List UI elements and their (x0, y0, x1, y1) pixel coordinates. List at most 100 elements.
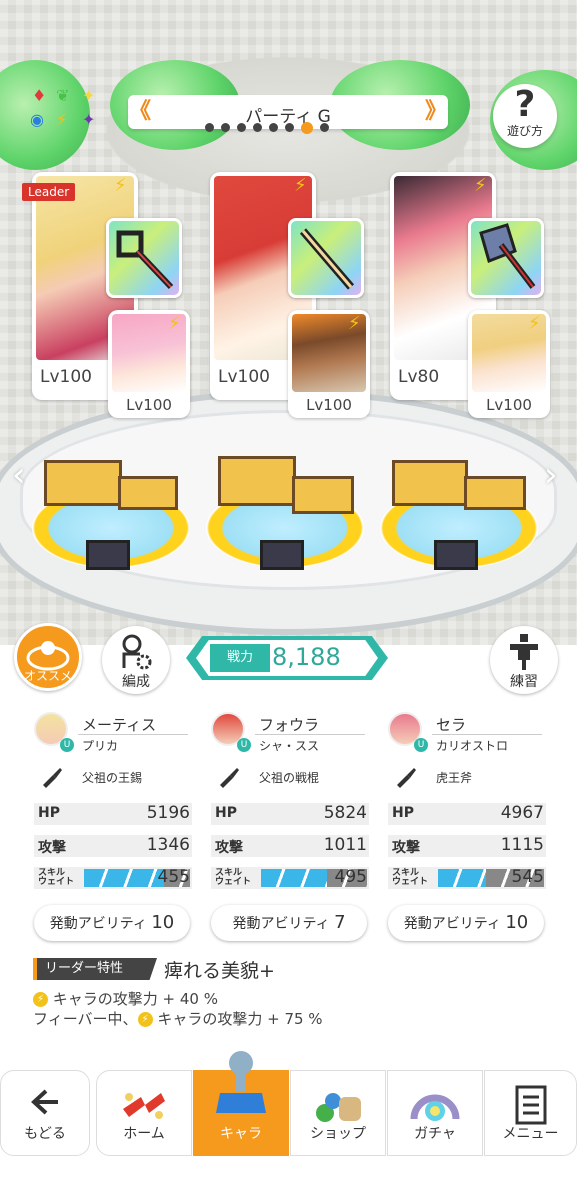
character-level: Lv100 (40, 367, 92, 387)
leader-skill-effect-1-text: キャラの攻撃力 + 40 % (52, 990, 218, 1008)
page-dot[interactable] (320, 123, 329, 132)
page-dot[interactable] (237, 123, 246, 132)
nav-gacha[interactable]: ガチャ (387, 1070, 483, 1156)
leader-skill-effect-1: ⚡ キャラの攻撃力 + 40 % (33, 988, 218, 1009)
weapon-stand-sprite (434, 540, 478, 570)
weapon-name: 虎王斧 (436, 771, 473, 785)
hp-stat: HP 4967 (388, 803, 546, 825)
nav-menu[interactable]: メニュー (484, 1070, 577, 1156)
hp-value: 4967 (500, 803, 544, 823)
nav-home[interactable]: ホーム (96, 1070, 192, 1156)
thunder-element-icon: ⚡ (528, 313, 541, 334)
weapon-slot-1[interactable] (106, 218, 182, 298)
skill-wait-value: 545 (511, 867, 544, 887)
edit-button[interactable]: 編成 (102, 626, 170, 694)
hp-label: HP (38, 805, 60, 821)
power-value: 8,188 (272, 643, 341, 671)
home-label: ホーム (123, 1126, 165, 1142)
page-dot[interactable] (301, 122, 313, 134)
mace-icon (299, 228, 355, 290)
skill-wait-value: 495 (334, 867, 367, 887)
thunder-element-icon: ⚡ (294, 175, 307, 196)
page-dot[interactable] (221, 123, 230, 132)
leader-skill-effect-2: フィーバー中、 ⚡ キャラの攻撃力 + 75 % (33, 1008, 323, 1029)
attack-stat: 攻撃 1346 (34, 835, 192, 857)
scepter-icon (116, 230, 174, 290)
leader-skill-name: 痺れる美貌+ (164, 960, 275, 982)
attack-stat: 攻撃 1011 (211, 835, 369, 857)
pedestal-sprite (292, 476, 354, 514)
practice-label: 練習 (510, 674, 538, 690)
question-icon: ? (514, 84, 536, 125)
nav-shop[interactable]: ショップ (290, 1070, 386, 1156)
attack-value: 1011 (323, 835, 367, 855)
ability-button[interactable]: 発動アビリティ 10 (34, 905, 190, 941)
hp-value: 5824 (323, 803, 367, 823)
edit-label: 編成 (122, 674, 150, 690)
ability-label: 発動アビリティ (232, 916, 330, 932)
thunder-element-icon: ⚡ (168, 313, 181, 334)
weapon-stand-sprite (260, 540, 304, 570)
hp-stat: HP 5196 (34, 803, 192, 825)
hp-stat: HP 5824 (211, 803, 369, 825)
attack-value: 1115 (500, 835, 544, 855)
unit-icon: U (60, 738, 74, 752)
axe-icon (479, 223, 536, 289)
water-element-icon: ◉ (30, 110, 44, 129)
help-button[interactable]: ? 遊び方 (493, 84, 557, 148)
ability-count: 10 (505, 912, 529, 933)
scroll-left-icon[interactable]: ‹ (12, 455, 26, 495)
attack-label: 攻撃 (392, 840, 420, 856)
element-icons[interactable]: ♦ ❦ ✦ ◉ ⚡ ✦ (28, 86, 108, 136)
wind-element-icon: ❦ (56, 86, 70, 105)
nav-chara[interactable]: キャラ (193, 1051, 289, 1156)
page-dot[interactable] (285, 123, 294, 132)
weapon-slot-3[interactable] (468, 218, 544, 298)
pedestal-sprite (392, 460, 468, 506)
ability-button[interactable]: 発動アビリティ 7 (211, 905, 367, 941)
ability-button[interactable]: 発動アビリティ 10 (388, 905, 544, 941)
main-character-name: フォウラ (259, 716, 320, 734)
home-icon (123, 1093, 165, 1119)
recommend-button[interactable]: オススメ (14, 623, 82, 691)
hp-value: 5196 (146, 803, 190, 823)
shop-icon (316, 1093, 361, 1122)
skill-wait-value: 455 (157, 867, 190, 887)
leader-skill-label: リーダー特性 (33, 958, 157, 980)
unit-icon: U (237, 738, 251, 752)
attack-label: 攻撃 (215, 840, 243, 856)
sub-character-level: Lv100 (486, 396, 532, 414)
skill-wait-stat: スキル ウェイト 545 (388, 867, 546, 889)
weapon-type-icon (43, 768, 62, 788)
back-arrow-icon (31, 1089, 58, 1115)
sub-character-name: カリオストロ (436, 739, 509, 753)
name-divider (432, 734, 542, 735)
practice-button[interactable]: 練習 (490, 626, 558, 694)
pedestal-sprite (44, 460, 122, 506)
character-level: Lv100 (218, 367, 270, 387)
edit-person-gear-icon (122, 634, 152, 670)
pedestal-sprite (464, 476, 526, 510)
thunder-element-icon: ⚡ (137, 1012, 153, 1027)
leader-skill-effect-2-text: キャラの攻撃力 + 75 % (157, 1010, 323, 1028)
bottom-navigation: もどる ホーム キャラ ショップ ガチャ メニュー (0, 1051, 577, 1160)
scroll-right-icon[interactable]: › (544, 455, 558, 495)
bottom-safe-area (0, 1160, 577, 1200)
skill-wait-label-line2: ウェイト (392, 877, 429, 887)
back-button[interactable]: もどる (0, 1070, 90, 1156)
light-element-icon: ✦ (82, 86, 96, 105)
shop-label: ショップ (310, 1126, 366, 1142)
next-party-button[interactable]: 》 (424, 95, 448, 129)
page-dot[interactable] (253, 123, 262, 132)
page-dot[interactable] (205, 123, 214, 132)
attack-value: 1346 (146, 835, 190, 855)
weapon-slot-2[interactable] (288, 218, 364, 298)
weapon-name: 父祖の戦棍 (259, 771, 320, 785)
main-character-name: セラ (436, 716, 467, 734)
sub-character-name: プリカ (82, 739, 119, 753)
leader-badge: Leader (22, 183, 76, 201)
sub-character-level: Lv100 (126, 396, 172, 414)
help-label: 遊び方 (506, 124, 543, 138)
page-dot[interactable] (269, 123, 278, 132)
ability-label: 発動アビリティ (49, 916, 147, 932)
